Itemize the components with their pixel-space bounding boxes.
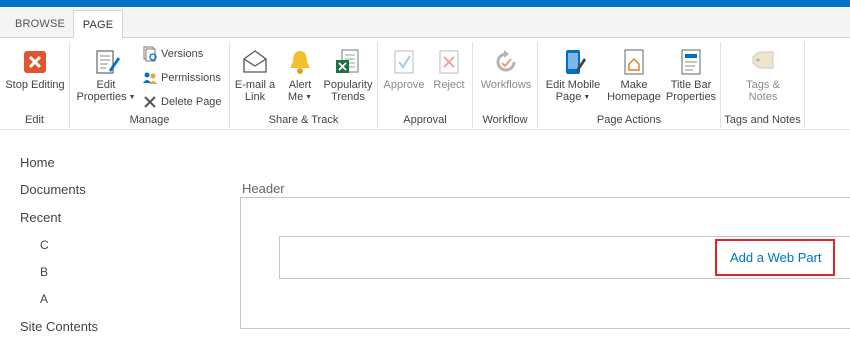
workflows-label: Workflows [480, 79, 532, 91]
make-homepage-button[interactable]: Make Homepage [606, 48, 662, 103]
reject-button[interactable]: Reject [428, 48, 470, 91]
group-share-track: E-mail a Link Alert Me ▼ Popularity Tren… [230, 42, 378, 128]
title-bar-properties-button[interactable]: Title Bar Properties [664, 48, 718, 103]
permissions-icon [143, 72, 157, 85]
nav-item-c[interactable]: C [40, 238, 49, 252]
zone-title: Header [242, 181, 285, 196]
alert-label-1: Alert [288, 79, 312, 91]
delete-page-label: Delete Page [161, 96, 222, 108]
bell-icon [290, 51, 310, 74]
tab-browse[interactable]: BROWSE [8, 10, 72, 38]
add-web-part-highlight: Add a Web Part [715, 239, 835, 276]
ribbon: Stop Editing Edit Edit Properties ▼ Vers… [0, 38, 850, 130]
title-bar-label-1: Title Bar [670, 79, 712, 91]
workflows-button[interactable]: Workflows [478, 48, 534, 91]
group-label-tags-notes: Tags and Notes [724, 114, 801, 126]
homepage-icon [624, 49, 644, 75]
approve-icon [394, 50, 414, 74]
edit-properties-label-2: Properties [76, 91, 127, 103]
approve-label: Approve [383, 79, 425, 91]
edit-properties-label-1: Edit [96, 79, 116, 91]
mobile-icon [566, 50, 586, 74]
edit-properties-icon [96, 50, 120, 74]
make-homepage-label-1: Make [620, 79, 648, 91]
tags-label-1: Tags & [746, 79, 780, 91]
popularity-trends-button[interactable]: Popularity Trends [321, 48, 375, 103]
nav-item-b[interactable]: B [40, 265, 48, 279]
group-page-actions: Edit Mobile Page ▼ Make Homepage Title B… [538, 42, 721, 128]
group-label-share-track: Share & Track [268, 114, 339, 126]
ribbon-tab-strip: BROWSE PAGE [0, 7, 850, 39]
group-label-approval: Approval [403, 114, 447, 126]
excel-icon [336, 49, 359, 73]
tab-page[interactable]: PAGE [73, 10, 123, 39]
versions-label: Versions [161, 48, 204, 60]
email-link-button[interactable]: E-mail a Link [233, 48, 277, 103]
reject-icon [439, 50, 459, 74]
group-edit: Stop Editing Edit [0, 42, 70, 128]
group-manage: Edit Properties ▼ Versions Permissions D… [70, 42, 230, 128]
delete-icon [144, 96, 156, 108]
nav-item-home[interactable]: Home [20, 155, 55, 170]
dropdown-arrow-icon: ▼ [126, 94, 136, 101]
edit-mobile-label-1: Edit Mobile [545, 79, 601, 91]
group-label-page-actions: Page Actions [596, 114, 662, 126]
group-workflow: Workflows Workflow [473, 42, 538, 128]
alert-label-2: Me [287, 91, 304, 103]
nav-item-documents[interactable]: Documents [20, 182, 86, 197]
tag-icon [752, 51, 774, 69]
dropdown-arrow-icon: ▼ [581, 94, 591, 101]
popularity-label-1: Popularity [323, 79, 373, 91]
group-tags-notes: Tags & Notes Tags and Notes [721, 42, 805, 128]
edit-mobile-page-button[interactable]: Edit Mobile Page ▼ [542, 48, 604, 104]
edit-mobile-label-2: Page [555, 91, 582, 103]
stop-editing-icon [24, 51, 46, 73]
title-bar-label-2: Properties [665, 91, 717, 103]
workflow-icon [496, 50, 516, 72]
stop-editing-button[interactable]: Stop Editing [2, 48, 68, 91]
make-homepage-label-2: Homepage [607, 91, 661, 103]
reject-label: Reject [433, 79, 465, 91]
popularity-label-2: Trends [331, 91, 365, 103]
approve-button[interactable]: Approve [382, 48, 426, 91]
permissions-button[interactable]: Permissions [142, 70, 221, 90]
nav-item-a[interactable]: A [40, 292, 48, 306]
tags-notes-button[interactable]: Tags & Notes [731, 48, 795, 103]
group-approval: Approve Reject Approval [378, 42, 473, 128]
nav-item-site-contents[interactable]: Site Contents [20, 319, 98, 334]
email-icon [243, 50, 267, 73]
tags-label-2: Notes [748, 91, 778, 103]
add-web-part-link[interactable]: Add a Web Part [730, 250, 822, 265]
email-label-2: Link [244, 91, 266, 103]
nav-item-recent[interactable]: Recent [20, 210, 61, 225]
alert-me-button[interactable]: Alert Me ▼ [280, 48, 320, 104]
stop-editing-label: Stop Editing [5, 79, 65, 91]
dropdown-arrow-icon: ▼ [303, 94, 313, 101]
versions-icon [143, 46, 157, 62]
permissions-label: Permissions [161, 72, 221, 84]
group-label-edit: Edit [25, 114, 44, 126]
group-label-workflow: Workflow [482, 114, 528, 126]
group-label-manage: Manage [129, 114, 170, 126]
delete-page-button[interactable]: Delete Page [142, 94, 222, 114]
email-label-1: E-mail a [234, 79, 276, 91]
edit-properties-button[interactable]: Edit Properties ▼ [74, 48, 138, 104]
versions-button[interactable]: Versions [142, 46, 203, 66]
title-bar-icon [681, 49, 701, 75]
suite-bar-accent [0, 0, 850, 7]
